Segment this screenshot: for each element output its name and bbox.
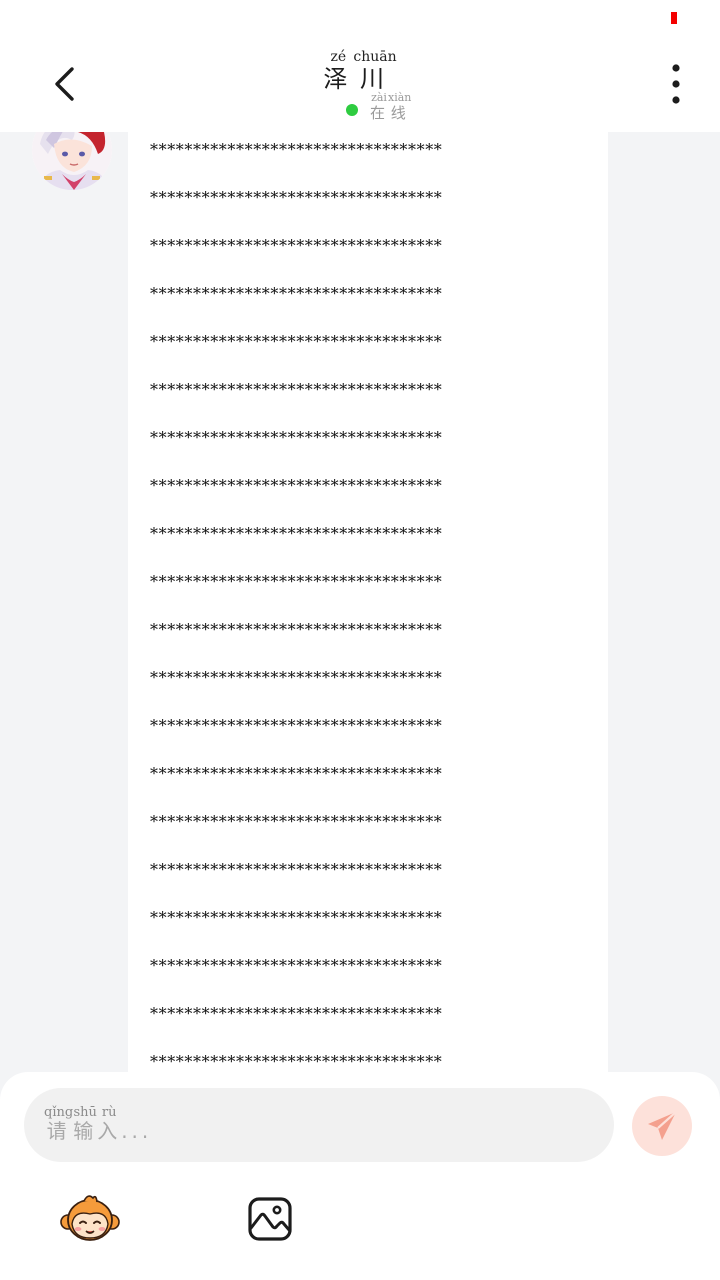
more-options-button[interactable] [652,58,700,110]
send-icon [648,1111,677,1140]
battery-icon [671,12,677,24]
input-placeholder: 请qǐng输shū入rù... [44,1105,153,1143]
image-button[interactable] [246,1196,294,1242]
chevron-left-icon [55,67,74,101]
more-vertical-icon [672,64,680,104]
status-bar [0,0,720,36]
online-status-label: 在zài线xiàn [370,91,412,122]
message-bubble[interactable]: ********************************** *****… [128,112,608,1092]
chat-title: 泽zé川chuān 在zài线xiàn [260,36,460,132]
emoji-button[interactable] [60,1192,120,1244]
online-status: 在zài线xiàn [346,91,412,122]
chat-header: 泽zé川chuān 在zài线xiàn [0,36,720,132]
monkey-emoji-icon [60,1195,120,1241]
contact-name: 泽zé川chuān [323,49,397,93]
chat-screen: 泽zé川chuān 在zài线xiàn ********************… [0,0,720,1280]
message-input[interactable]: 请qǐng输shū入rù... [24,1088,614,1162]
online-dot-icon [346,104,358,116]
send-button[interactable] [632,1096,692,1156]
back-button[interactable] [40,58,88,110]
image-icon [248,1197,292,1241]
message-text: ********************************** *****… [150,140,443,1071]
input-panel: 请qǐng输shū入rù... [0,1072,720,1280]
